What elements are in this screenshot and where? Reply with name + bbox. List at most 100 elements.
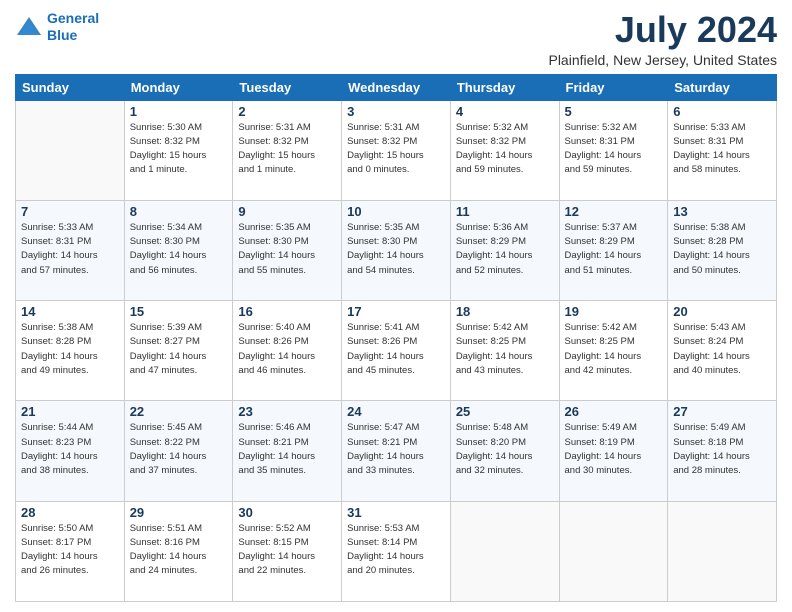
calendar-header-row: Sunday Monday Tuesday Wednesday Thursday… (16, 74, 777, 100)
calendar-cell (16, 100, 125, 200)
day-info: Sunrise: 5:35 AM Sunset: 8:30 PM Dayligh… (347, 221, 445, 278)
day-number: 24 (347, 404, 445, 419)
calendar-cell: 28Sunrise: 5:50 AM Sunset: 8:17 PM Dayli… (16, 501, 125, 601)
calendar-week-row-3: 14 Sunrise: 5:38 AM Sunset: 8:28 PM Dayli… (16, 301, 777, 401)
calendar-cell: 16Sunrise: 5:40 AM Sunset: 8:26 PM Dayli… (233, 301, 342, 401)
header-sunday: Sunday (16, 74, 125, 100)
day-number: 26 (565, 404, 663, 419)
calendar-cell: 20 Sunrise: 5:43 AM Sunset: 8:24 PM Dayli… (668, 301, 777, 401)
day-info: Sunrise: 5:41 AM Sunset: 8:26 PM Dayligh… (347, 321, 445, 378)
calendar-cell: 14 Sunrise: 5:38 AM Sunset: 8:28 PM Dayli… (16, 301, 125, 401)
page: General Blue July 2024 Plainfield, New J… (0, 0, 792, 612)
day-info: Sunrise: 5:36 AM Sunset: 8:29 PM Dayligh… (456, 221, 554, 278)
day-info: Sunrise: 5:35 AM Sunset: 8:30 PM Dayligh… (238, 221, 336, 278)
day-info: Sunrise: 5:45 AM Sunset: 8:22 PM Dayligh… (130, 421, 228, 478)
header-tuesday: Tuesday (233, 74, 342, 100)
day-info: Sunrise: 5:44 AM Sunset: 8:23 PM Dayligh… (21, 421, 119, 478)
day-info: Sunrise: 5:51 AM Sunset: 8:16 PM Dayligh… (130, 522, 228, 579)
day-number: 19 (565, 304, 663, 319)
day-number: 9 (238, 204, 336, 219)
calendar-cell: 17Sunrise: 5:41 AM Sunset: 8:26 PM Dayli… (342, 301, 451, 401)
day-number: 2 (238, 104, 336, 119)
day-info: Sunrise: 5:38 AM Sunset: 8:28 PM Dayligh… (673, 221, 771, 278)
calendar-cell: 11 Sunrise: 5:36 AM Sunset: 8:29 PM Dayli… (450, 200, 559, 300)
day-info: Sunrise: 5:32 AM Sunset: 8:31 PM Dayligh… (565, 121, 663, 178)
calendar-week-row-2: 7 Sunrise: 5:33 AM Sunset: 8:31 PM Daylig… (16, 200, 777, 300)
day-info: Sunrise: 5:43 AM Sunset: 8:24 PM Dayligh… (673, 321, 771, 378)
day-number: 14 (21, 304, 119, 319)
header-monday: Monday (124, 74, 233, 100)
calendar-week-row-1: 1Sunrise: 5:30 AM Sunset: 8:32 PM Daylig… (16, 100, 777, 200)
day-info: Sunrise: 5:38 AM Sunset: 8:28 PM Dayligh… (21, 321, 119, 378)
logo-text: General Blue (47, 10, 99, 44)
calendar-cell: 8 Sunrise: 5:34 AM Sunset: 8:30 PM Daylig… (124, 200, 233, 300)
calendar-cell (559, 501, 668, 601)
day-info: Sunrise: 5:48 AM Sunset: 8:20 PM Dayligh… (456, 421, 554, 478)
day-number: 6 (673, 104, 771, 119)
day-number: 8 (130, 204, 228, 219)
calendar-table: Sunday Monday Tuesday Wednesday Thursday… (15, 74, 777, 602)
calendar-cell: 6Sunrise: 5:33 AM Sunset: 8:31 PM Daylig… (668, 100, 777, 200)
calendar-cell: 13 Sunrise: 5:38 AM Sunset: 8:28 PM Dayli… (668, 200, 777, 300)
day-number: 7 (21, 204, 119, 219)
day-number: 10 (347, 204, 445, 219)
subtitle: Plainfield, New Jersey, United States (548, 52, 777, 68)
day-number: 3 (347, 104, 445, 119)
day-info: Sunrise: 5:49 AM Sunset: 8:18 PM Dayligh… (673, 421, 771, 478)
day-info: Sunrise: 5:34 AM Sunset: 8:30 PM Dayligh… (130, 221, 228, 278)
day-number: 27 (673, 404, 771, 419)
calendar-cell: 24 Sunrise: 5:47 AM Sunset: 8:21 PM Dayli… (342, 401, 451, 501)
day-number: 21 (21, 404, 119, 419)
logo-icon (15, 13, 43, 41)
calendar-cell: 19 Sunrise: 5:42 AM Sunset: 8:25 PM Dayli… (559, 301, 668, 401)
calendar-cell: 7 Sunrise: 5:33 AM Sunset: 8:31 PM Daylig… (16, 200, 125, 300)
day-number: 22 (130, 404, 228, 419)
day-number: 5 (565, 104, 663, 119)
calendar-cell: 2 Sunrise: 5:31 AM Sunset: 8:32 PM Daylig… (233, 100, 342, 200)
day-info: Sunrise: 5:30 AM Sunset: 8:32 PM Dayligh… (130, 121, 228, 178)
day-number: 13 (673, 204, 771, 219)
calendar-cell: 21 Sunrise: 5:44 AM Sunset: 8:23 PM Dayli… (16, 401, 125, 501)
day-info: Sunrise: 5:47 AM Sunset: 8:21 PM Dayligh… (347, 421, 445, 478)
day-info: Sunrise: 5:53 AM Sunset: 8:14 PM Dayligh… (347, 522, 445, 579)
calendar-cell: 29Sunrise: 5:51 AM Sunset: 8:16 PM Dayli… (124, 501, 233, 601)
calendar-cell: 3Sunrise: 5:31 AM Sunset: 8:32 PM Daylig… (342, 100, 451, 200)
day-number: 15 (130, 304, 228, 319)
logo-line2: Blue (47, 27, 77, 43)
logo: General Blue (15, 10, 99, 44)
calendar-week-row-4: 21 Sunrise: 5:44 AM Sunset: 8:23 PM Dayli… (16, 401, 777, 501)
day-number: 18 (456, 304, 554, 319)
calendar-cell: 1Sunrise: 5:30 AM Sunset: 8:32 PM Daylig… (124, 100, 233, 200)
calendar-cell: 31Sunrise: 5:53 AM Sunset: 8:14 PM Dayli… (342, 501, 451, 601)
header: General Blue July 2024 Plainfield, New J… (15, 10, 777, 68)
calendar-week-row-5: 28Sunrise: 5:50 AM Sunset: 8:17 PM Dayli… (16, 501, 777, 601)
calendar-cell: 25 Sunrise: 5:48 AM Sunset: 8:20 PM Dayli… (450, 401, 559, 501)
calendar-cell (450, 501, 559, 601)
calendar-cell: 22 Sunrise: 5:45 AM Sunset: 8:22 PM Dayli… (124, 401, 233, 501)
calendar-cell (668, 501, 777, 601)
calendar-cell: 10 Sunrise: 5:35 AM Sunset: 8:30 PM Dayli… (342, 200, 451, 300)
day-info: Sunrise: 5:40 AM Sunset: 8:26 PM Dayligh… (238, 321, 336, 378)
title-area: July 2024 Plainfield, New Jersey, United… (548, 10, 777, 68)
day-info: Sunrise: 5:50 AM Sunset: 8:17 PM Dayligh… (21, 522, 119, 579)
day-number: 12 (565, 204, 663, 219)
day-number: 4 (456, 104, 554, 119)
day-info: Sunrise: 5:31 AM Sunset: 8:32 PM Dayligh… (238, 121, 336, 178)
calendar-cell: 4Sunrise: 5:32 AM Sunset: 8:32 PM Daylig… (450, 100, 559, 200)
day-number: 11 (456, 204, 554, 219)
main-title: July 2024 (548, 10, 777, 50)
day-number: 30 (238, 505, 336, 520)
day-number: 25 (456, 404, 554, 419)
calendar-cell: 30Sunrise: 5:52 AM Sunset: 8:15 PM Dayli… (233, 501, 342, 601)
calendar-cell: 12 Sunrise: 5:37 AM Sunset: 8:29 PM Dayli… (559, 200, 668, 300)
calendar-cell: 27 Sunrise: 5:49 AM Sunset: 8:18 PM Dayli… (668, 401, 777, 501)
calendar-cell: 18Sunrise: 5:42 AM Sunset: 8:25 PM Dayli… (450, 301, 559, 401)
calendar-cell: 9 Sunrise: 5:35 AM Sunset: 8:30 PM Daylig… (233, 200, 342, 300)
day-info: Sunrise: 5:42 AM Sunset: 8:25 PM Dayligh… (565, 321, 663, 378)
day-info: Sunrise: 5:37 AM Sunset: 8:29 PM Dayligh… (565, 221, 663, 278)
day-number: 20 (673, 304, 771, 319)
calendar-cell: 15Sunrise: 5:39 AM Sunset: 8:27 PM Dayli… (124, 301, 233, 401)
calendar-cell: 5 Sunrise: 5:32 AM Sunset: 8:31 PM Daylig… (559, 100, 668, 200)
day-info: Sunrise: 5:46 AM Sunset: 8:21 PM Dayligh… (238, 421, 336, 478)
day-info: Sunrise: 5:33 AM Sunset: 8:31 PM Dayligh… (21, 221, 119, 278)
